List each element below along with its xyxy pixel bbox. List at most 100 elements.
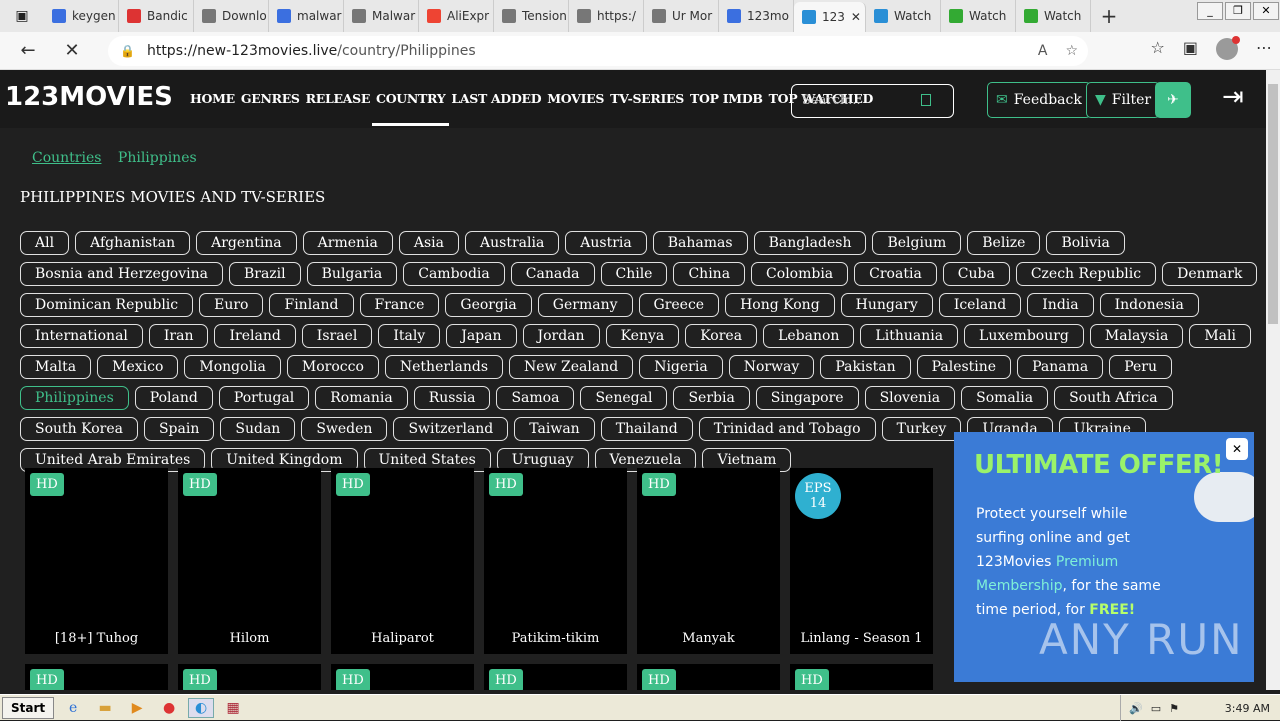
tab-actions-icon[interactable]: ▣: [0, 0, 44, 32]
country-chip[interactable]: New Zealand: [509, 355, 634, 379]
country-chip[interactable]: Belize: [967, 231, 1041, 255]
movie-card[interactable]: HD [18+] Tuhog: [25, 468, 168, 654]
volume-icon[interactable]: 🔊: [1129, 702, 1143, 715]
country-chip[interactable]: Bolivia: [1046, 231, 1125, 255]
country-chip[interactable]: Afghanistan: [75, 231, 191, 255]
country-chip[interactable]: Iceland: [938, 293, 1022, 317]
country-chip[interactable]: Bosnia and Herzegovina: [20, 262, 223, 286]
browser-tab[interactable]: https:/: [569, 0, 644, 32]
search-input[interactable]: Search...: [791, 84, 954, 118]
movie-card[interactable]: HD Hilom: [178, 468, 321, 654]
network-icon[interactable]: ▭: [1151, 702, 1161, 715]
menu-item-top-imdb[interactable]: TOP IMDB: [690, 70, 763, 128]
country-chip[interactable]: Dominican Republic: [20, 293, 194, 317]
browser-tab[interactable]: AliExpr: [419, 0, 494, 32]
country-chip[interactable]: Samoa: [496, 386, 575, 410]
start-button[interactable]: Start: [2, 696, 55, 719]
new-tab-button[interactable]: +: [1091, 4, 1127, 28]
page-scrollbar[interactable]: [1266, 70, 1280, 690]
media-player-icon[interactable]: ▶: [124, 698, 150, 718]
country-chip[interactable]: Hong Kong: [725, 293, 835, 317]
country-chip[interactable]: Ireland: [214, 324, 296, 348]
country-chip[interactable]: Somalia: [961, 386, 1049, 410]
country-chip[interactable]: Luxembourg: [964, 324, 1084, 348]
search-icon[interactable]: [921, 94, 931, 106]
country-chip[interactable]: Sweden: [301, 417, 388, 441]
browser-tab[interactable]: Ur Mor: [644, 0, 719, 32]
movie-title[interactable]: [18+] Tuhog: [25, 631, 168, 646]
country-chip[interactable]: Slovenia: [864, 386, 956, 410]
scrollbar-thumb[interactable]: [1268, 84, 1278, 324]
country-chip[interactable]: Nigeria: [639, 355, 723, 379]
country-chip[interactable]: Germany: [537, 293, 633, 317]
browser-tab[interactable]: Watch: [941, 0, 1016, 32]
breadcrumb-countries-link[interactable]: Countries: [32, 150, 101, 166]
country-chip[interactable]: Pakistan: [820, 355, 911, 379]
country-chip[interactable]: Czech Republic: [1015, 262, 1157, 286]
browser-tab[interactable]: Malwar: [344, 0, 419, 32]
menu-item-release[interactable]: RELEASE: [306, 70, 371, 128]
country-chip[interactable]: Malaysia: [1089, 324, 1184, 348]
stop-loading-button[interactable]: ✕: [54, 33, 90, 69]
winrar-icon[interactable]: ▦: [220, 698, 246, 718]
country-chip[interactable]: China: [673, 262, 746, 286]
browser-tab[interactable]: malwar: [269, 0, 344, 32]
country-chip[interactable]: Peru: [1109, 355, 1173, 379]
country-chip[interactable]: Trinidad and Tobago: [698, 417, 876, 441]
country-chip[interactable]: Bahamas: [652, 231, 748, 255]
menu-item-movies[interactable]: MOVIES: [547, 70, 604, 128]
country-chip[interactable]: Bangladesh: [753, 231, 867, 255]
country-chip[interactable]: Mexico: [97, 355, 179, 379]
filter-button[interactable]: ▼ Filter: [1086, 82, 1161, 118]
movie-card[interactable]: HD: [790, 664, 933, 690]
ie-icon[interactable]: e: [60, 698, 86, 718]
country-chip[interactable]: Australia: [465, 231, 560, 255]
country-chip[interactable]: Austria: [565, 231, 647, 255]
country-chip[interactable]: Greece: [638, 293, 720, 317]
country-chip[interactable]: Asia: [398, 231, 460, 255]
feedback-button[interactable]: ✉ Feedback: [987, 82, 1091, 118]
country-chip[interactable]: Korea: [685, 324, 758, 348]
country-chip[interactable]: Spain: [143, 417, 215, 441]
country-chip[interactable]: South Africa: [1054, 386, 1173, 410]
lock-icon[interactable]: 🔒: [120, 44, 135, 58]
movie-title[interactable]: Linlang - Season 1: [790, 631, 933, 646]
country-chip[interactable]: Portugal: [218, 386, 310, 410]
country-chip[interactable]: Bulgaria: [306, 262, 398, 286]
browser-tab[interactable]: Downlo: [194, 0, 269, 32]
country-chip[interactable]: Iran: [148, 324, 209, 348]
country-chip[interactable]: Belgium: [872, 231, 962, 255]
country-chip[interactable]: Kenya: [605, 324, 680, 348]
collections-icon[interactable]: ▣: [1183, 38, 1198, 60]
country-chip[interactable]: Philippines: [20, 386, 129, 410]
ad-close-button[interactable]: ✕: [1226, 438, 1248, 460]
country-chip[interactable]: Canada: [510, 262, 595, 286]
movie-card[interactable]: HD Patikim-tikim: [484, 468, 627, 654]
country-chip[interactable]: Palestine: [916, 355, 1012, 379]
movie-card[interactable]: EPS 14 Linlang - Season 1: [790, 468, 933, 654]
add-favorite-icon[interactable]: ☆: [1065, 43, 1078, 59]
browser-tab[interactable]: keygen: [44, 0, 119, 32]
browser-tab[interactable]: Watch: [866, 0, 941, 32]
country-chip[interactable]: Morocco: [286, 355, 379, 379]
country-chip[interactable]: Finland: [269, 293, 354, 317]
menu-item-country[interactable]: COUNTRY: [372, 70, 450, 128]
browser-tab[interactable]: Tension: [494, 0, 569, 32]
browser-tab[interactable]: Watch: [1016, 0, 1091, 32]
country-chip[interactable]: Taiwan: [514, 417, 595, 441]
flag-icon[interactable]: ⚑: [1169, 702, 1179, 715]
movie-title[interactable]: Haliparot: [331, 631, 474, 646]
country-chip[interactable]: Mongolia: [184, 355, 281, 379]
menu-item-genres[interactable]: GENRES: [241, 70, 300, 128]
country-chip[interactable]: Brazil: [228, 262, 301, 286]
tab-close-icon[interactable]: ✕: [851, 10, 861, 24]
country-chip[interactable]: Jordan: [522, 324, 600, 348]
country-chip[interactable]: Thailand: [600, 417, 693, 441]
minimize-button[interactable]: _: [1197, 2, 1223, 20]
movie-title[interactable]: Patikim-tikim: [484, 631, 627, 646]
browser-tab[interactable]: Bandic: [119, 0, 194, 32]
country-chip[interactable]: Romania: [315, 386, 408, 410]
country-chip[interactable]: Cuba: [942, 262, 1010, 286]
country-chip[interactable]: Croatia: [854, 262, 937, 286]
close-window-button[interactable]: ✕: [1253, 2, 1279, 20]
